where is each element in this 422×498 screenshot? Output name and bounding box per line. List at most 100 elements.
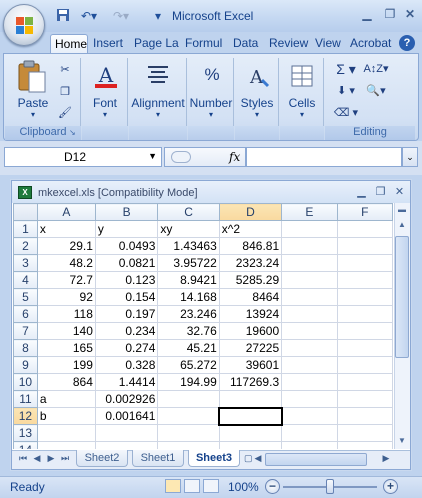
save-icon[interactable] (55, 8, 71, 24)
cell[interactable]: 14.168 (157, 288, 220, 306)
cell[interactable]: x (36, 220, 96, 238)
cell[interactable] (336, 424, 393, 442)
cell[interactable] (281, 288, 338, 306)
cell[interactable]: 0.197 (94, 305, 159, 323)
tab-page-layout[interactable]: Page La (130, 34, 183, 54)
cell[interactable]: y (94, 220, 159, 238)
minimize-icon[interactable]: ▁ (359, 6, 375, 22)
column-header[interactable]: A (36, 203, 96, 221)
split-box-icon[interactable]: ▬ (395, 205, 409, 214)
last-sheet-icon[interactable]: ⏭ (59, 453, 71, 464)
cell[interactable] (157, 424, 220, 442)
row-header[interactable]: 10 (13, 373, 38, 391)
cell[interactable] (281, 339, 338, 357)
help-icon[interactable]: ? (399, 35, 415, 51)
cell[interactable] (157, 441, 220, 449)
insert-function-button[interactable]: fx (229, 150, 240, 164)
tab-review[interactable]: Review (265, 34, 312, 54)
cell[interactable] (36, 424, 96, 442)
tab-home[interactable]: Home (50, 34, 88, 54)
number-dropdown-icon[interactable]: ▾ (205, 110, 217, 119)
cell[interactable] (336, 322, 393, 340)
column-header[interactable]: B (94, 203, 159, 221)
cell[interactable]: 846.81 (218, 237, 283, 255)
cell[interactable]: a (36, 390, 96, 408)
row-header[interactable]: 9 (13, 356, 38, 374)
paste-button[interactable]: Paste (14, 96, 52, 110)
cell[interactable]: 864 (36, 373, 96, 391)
cell[interactable]: 92 (36, 288, 96, 306)
sheet-tab-sheet3[interactable]: Sheet3 (188, 450, 240, 467)
cell[interactable] (281, 271, 338, 289)
cell[interactable] (336, 339, 393, 357)
workbook-minimize-icon[interactable]: ▁ (355, 186, 368, 199)
select-all-corner[interactable] (13, 203, 38, 221)
cell[interactable] (218, 390, 283, 408)
cell[interactable]: 2323.24 (218, 254, 283, 272)
cell[interactable]: 0.001641 (94, 407, 159, 425)
cell[interactable] (281, 322, 338, 340)
cell[interactable]: 32.76 (157, 322, 220, 340)
font-button[interactable]: Font (86, 96, 124, 110)
cell[interactable]: 48.2 (36, 254, 96, 272)
cell[interactable] (336, 271, 393, 289)
customize-qat-icon[interactable]: ▾ (150, 8, 166, 24)
cell[interactable] (336, 441, 393, 449)
cell[interactable] (281, 356, 338, 374)
row-header[interactable]: 1 (13, 220, 38, 238)
cell[interactable]: 1.43463 (157, 237, 220, 255)
column-header[interactable]: E (281, 203, 338, 221)
cell[interactable]: 0.234 (94, 322, 159, 340)
column-header[interactable]: C (157, 203, 220, 221)
cell[interactable]: 5285.29 (218, 271, 283, 289)
cell[interactable]: 0.0493 (94, 237, 159, 255)
close-icon[interactable]: ✕ (402, 6, 418, 22)
sheet-tab-sheet2[interactable]: Sheet2 (76, 450, 128, 467)
styles-dropdown-icon[interactable]: ▾ (251, 110, 263, 119)
tab-acrobat[interactable]: Acrobat (346, 34, 395, 54)
cell[interactable] (336, 254, 393, 272)
scroll-up-icon[interactable]: ▲ (395, 220, 409, 229)
cell[interactable]: 0.0821 (94, 254, 159, 272)
cut-icon[interactable]: ✂ (57, 62, 73, 78)
cell[interactable]: 39601 (218, 356, 283, 374)
cell[interactable]: 19600 (218, 322, 283, 340)
font-icon[interactable]: A (90, 62, 122, 94)
cell[interactable]: 140 (36, 322, 96, 340)
scroll-right-icon[interactable]: ▶ (380, 453, 392, 464)
cell[interactable]: 118 (36, 305, 96, 323)
restore-icon[interactable]: ❐ (382, 6, 398, 22)
alignment-button[interactable]: Alignment (129, 96, 187, 110)
cell[interactable] (336, 237, 393, 255)
excel-doc-icon[interactable]: X (18, 186, 32, 199)
cell[interactable]: 45.21 (157, 339, 220, 357)
tab-formulas[interactable]: Formul (181, 34, 226, 54)
cell[interactable] (336, 220, 393, 238)
row-header[interactable]: 2 (13, 237, 38, 255)
cell[interactable] (157, 407, 220, 425)
row-header[interactable]: 12 (13, 407, 38, 425)
alignment-icon[interactable] (142, 62, 174, 94)
cell[interactable] (281, 254, 338, 272)
cell[interactable] (157, 390, 220, 408)
name-box[interactable]: D12 ▼ (4, 147, 162, 167)
scroll-down-icon[interactable]: ▼ (395, 436, 409, 445)
formula-input[interactable] (246, 147, 402, 167)
zoom-level[interactable]: 100% (228, 480, 259, 494)
scroll-left-icon[interactable]: ◀ (252, 453, 264, 464)
cell[interactable] (94, 424, 159, 442)
cell[interactable]: xy (157, 220, 220, 238)
format-painter-icon[interactable]: 🖌 (57, 105, 73, 121)
clear-icon[interactable]: ⌫ ▾ (333, 105, 359, 121)
copy-icon[interactable]: ❐ (57, 84, 73, 100)
cell[interactable]: 117269.3 (218, 373, 283, 391)
cell[interactable]: 3.95722 (157, 254, 220, 272)
styles-icon[interactable]: A (241, 62, 273, 94)
font-dropdown-icon[interactable]: ▾ (99, 110, 111, 119)
horizontal-scroll-thumb[interactable] (265, 453, 367, 466)
cell[interactable]: b (36, 407, 96, 425)
cell[interactable] (281, 424, 338, 442)
row-header[interactable]: 3 (13, 254, 38, 272)
undo-icon[interactable]: ↶▾ (76, 8, 102, 24)
cell[interactable]: x^2 (218, 220, 283, 238)
